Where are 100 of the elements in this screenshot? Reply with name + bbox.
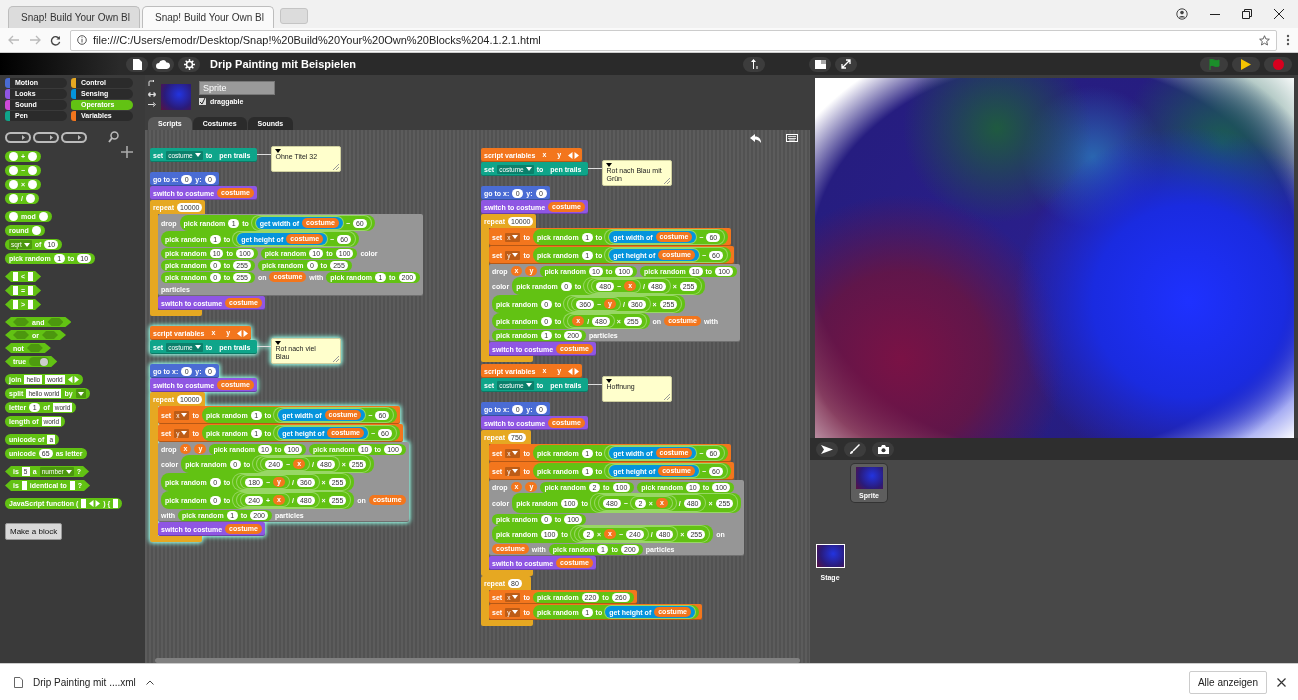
toggle-switch[interactable] — [29, 357, 50, 366]
left-right-icon[interactable] — [148, 92, 156, 97]
command-block[interactable] — [489, 264, 740, 342]
arrowhead-icon — [821, 444, 833, 454]
keyboard-icon[interactable] — [786, 134, 798, 142]
camera-icon — [877, 444, 889, 454]
stage-scale-button[interactable] — [743, 56, 765, 72]
text-slot[interactable] — [113, 499, 119, 508]
script-stack[interactable] — [481, 364, 745, 626]
right-arrow-icon[interactable] — [148, 102, 156, 107]
arrows-icon[interactable] — [568, 367, 580, 375]
rotate-icon[interactable] — [148, 80, 156, 87]
close-icon[interactable] — [1277, 677, 1286, 687]
caret-icon[interactable] — [275, 149, 282, 153]
text-slot[interactable] — [21, 481, 27, 490]
repeat-block[interactable] — [150, 392, 409, 542]
stage-thumbnail[interactable] — [815, 544, 845, 568]
command-block[interactable] — [489, 480, 745, 556]
download-item[interactable]: Drip Painting mit ....xml — [14, 676, 154, 688]
dropdown-slot[interactable] — [75, 389, 86, 398]
caret-icon — [194, 153, 201, 157]
caret-icon — [512, 595, 519, 599]
plus-icon[interactable] — [121, 146, 133, 158]
arrows-icon[interactable] — [568, 151, 580, 159]
make-a-block-button[interactable]: Make a block — [5, 523, 63, 540]
script-stack[interactable] — [481, 148, 740, 362]
undo-icon[interactable] — [750, 134, 761, 143]
turtle-button[interactable] — [816, 441, 838, 457]
paintbrush-icon — [850, 444, 860, 454]
paint-button[interactable] — [844, 441, 866, 457]
leader-line — [588, 384, 603, 385]
star-icon[interactable] — [1259, 34, 1270, 46]
arrows-icon[interactable] — [237, 329, 249, 337]
caret-icon — [512, 469, 519, 473]
sprite-thumbnail — [855, 467, 883, 489]
reload-icon[interactable] — [50, 34, 61, 46]
project-title: Drip Painting mit Beispielen — [210, 58, 357, 70]
flag-button[interactable] — [1200, 56, 1228, 72]
stop-icon — [1272, 58, 1284, 70]
caret-icon — [65, 469, 72, 474]
leader-line — [257, 346, 272, 347]
arrows-icon[interactable] — [67, 376, 79, 383]
caret-icon — [525, 383, 532, 387]
resize-handle-icon[interactable] — [664, 178, 671, 184]
tab-title: Snap! Build Your Own Bl — [155, 12, 264, 23]
repeat-block[interactable] — [481, 430, 745, 576]
search-icon[interactable] — [108, 131, 119, 143]
normal-stage-button[interactable] — [809, 56, 831, 72]
repeat-block[interactable] — [481, 214, 740, 362]
resize-handle-icon[interactable] — [664, 394, 671, 400]
resize-handle-icon[interactable] — [333, 164, 340, 170]
browser-tab[interactable]: Snap! Build Your Own Bl — [8, 6, 140, 28]
leader-line — [588, 168, 603, 169]
settings-button[interactable] — [178, 56, 200, 72]
caret-icon — [512, 451, 519, 455]
arrows-icon[interactable] — [89, 500, 101, 507]
caret-icon[interactable] — [606, 379, 613, 383]
pause-button[interactable] — [1232, 56, 1260, 72]
caret-icon — [181, 431, 188, 435]
caret-icon — [512, 253, 519, 257]
account-icon[interactable] — [1176, 8, 1188, 20]
caret-icon — [194, 345, 201, 349]
info-icon[interactable] — [77, 35, 87, 45]
flag-icon — [1208, 58, 1220, 70]
resize-handle-icon[interactable] — [333, 356, 340, 362]
camera-button[interactable] — [872, 441, 894, 457]
caret-icon[interactable] — [606, 163, 613, 167]
play-icon — [1241, 58, 1251, 70]
menu-icon[interactable] — [1286, 34, 1290, 46]
command-block[interactable] — [158, 442, 409, 522]
ring-icon[interactable] — [5, 131, 31, 143]
ring-icon[interactable] — [61, 131, 87, 143]
tab-title: Snap! Build Your Own Bl — [21, 12, 130, 23]
caret-icon — [77, 391, 84, 396]
command-block[interactable] — [158, 214, 424, 296]
stage-icon — [814, 59, 826, 69]
caret-icon — [512, 235, 519, 239]
maximize-icon[interactable] — [1242, 9, 1252, 19]
address-bar[interactable]: file:///C:/Users/emodr/Desktop/Snap!%20Build%20Your%20Own%20Blocks%204.1.2.1.html — [70, 29, 1277, 51]
ring-icon[interactable] — [33, 131, 59, 143]
script-stack[interactable] — [150, 148, 424, 316]
browser-tab[interactable]: Snap! Build Your Own Bl — [142, 6, 274, 28]
repeat-block[interactable] — [150, 200, 424, 316]
sprite-thumbnail — [161, 84, 191, 110]
expand-icon — [841, 59, 851, 69]
file-button[interactable] — [126, 56, 148, 72]
cloud-icon — [156, 59, 170, 69]
show-all-button[interactable]: Alle anzeigen — [1188, 670, 1267, 694]
caret-icon[interactable] — [275, 341, 282, 345]
draggable-checkbox[interactable] — [199, 98, 206, 105]
caret-icon — [23, 242, 30, 247]
fullscreen-button[interactable] — [835, 56, 857, 72]
scrollbar[interactable] — [155, 658, 800, 663]
caret-icon[interactable] — [145, 679, 154, 685]
cloud-button[interactable] — [152, 56, 174, 72]
url-text: file:///C:/Users/emodr/Desktop/Snap!%20Build%20Your%20Own%20Blocks%204.1.2.1.html — [93, 34, 541, 46]
up-arrow-icon — [749, 59, 759, 69]
close-icon[interactable] — [1274, 9, 1284, 19]
script-stack[interactable] — [150, 326, 409, 542]
leader-line — [257, 154, 272, 155]
